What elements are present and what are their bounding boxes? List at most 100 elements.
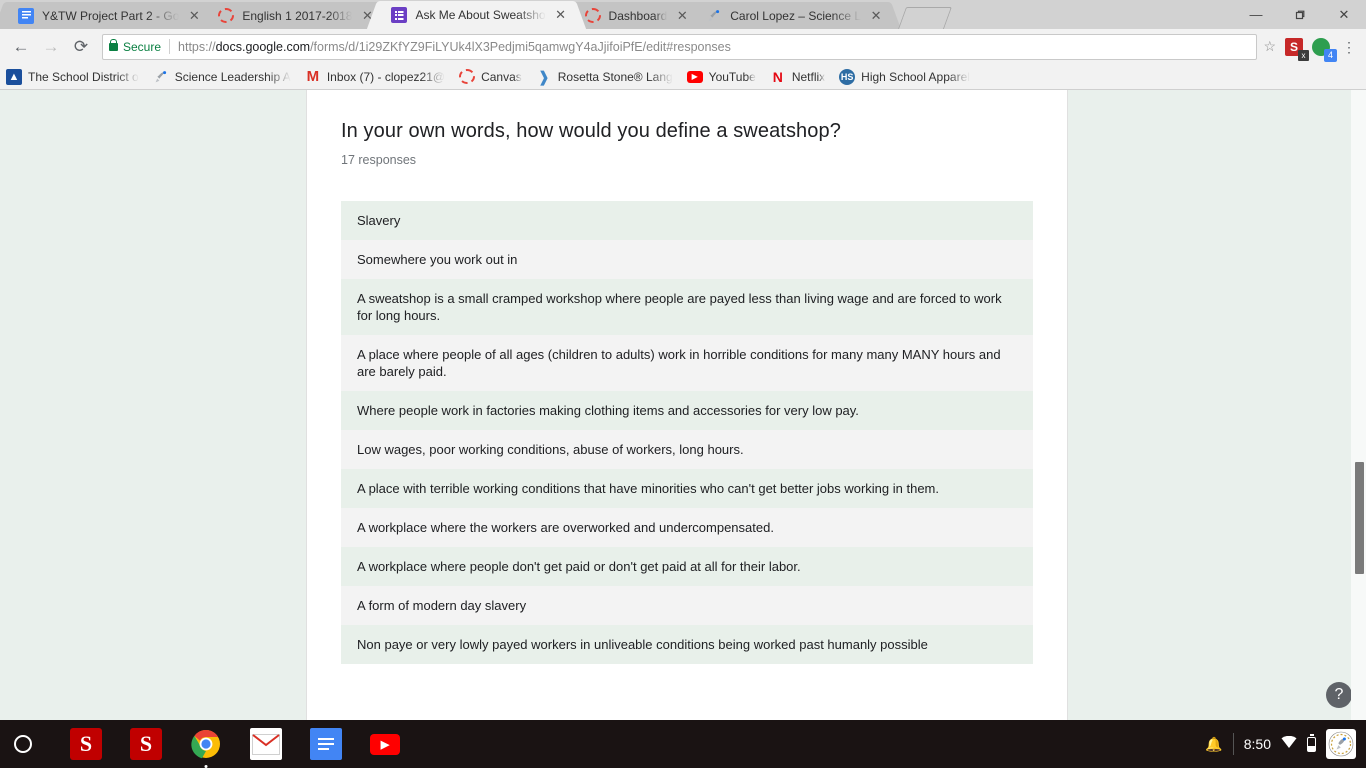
list-item: A form of modern day slavery (341, 586, 1033, 625)
close-icon[interactable]: ✕ (185, 7, 203, 25)
response-count: 17 responses (341, 153, 417, 167)
shelf-app-list: S S ▶ (70, 728, 400, 768)
page-viewport: In your own words, how would you define … (0, 90, 1366, 720)
close-icon[interactable]: ✕ (673, 7, 691, 25)
bookmark-label: High School Apparel (861, 69, 970, 84)
bookmark-label: YouTube (708, 69, 756, 84)
divider (1232, 733, 1234, 755)
bookmark-item[interactable]: ▲ The School District o (6, 68, 139, 85)
bookmark-item[interactable]: Science Leadership A (153, 69, 291, 85)
reload-icon[interactable]: ⟳ (66, 32, 96, 62)
battery-icon[interactable] (1307, 733, 1316, 752)
list-item: A sweatshop is a small cramped workshop … (341, 279, 1033, 335)
google-forms-icon (391, 7, 408, 23)
gmail-icon: M (306, 68, 320, 85)
tab-title: Dashboard (608, 8, 668, 23)
security-label: Secure (123, 39, 162, 54)
tab-title: English 1 2017-2018 (242, 8, 353, 23)
chrome-icon[interactable] (190, 728, 222, 768)
list-item: Where people work in factories making cl… (341, 391, 1033, 430)
bookmark-item[interactable]: N Netflix (770, 69, 825, 85)
rocket-icon (706, 8, 722, 24)
tab-title: Carol Lopez – Science L (730, 8, 862, 23)
bookmark-item[interactable]: HS High School Apparel (839, 68, 970, 85)
new-tab-button[interactable] (898, 7, 953, 29)
url-path: /forms/d/1i29ZKfYZ9FiLYUk4lX3Pedjmi5qamw… (310, 39, 731, 54)
bookmark-label: Rosetta Stone® Lang (557, 69, 673, 84)
bookmark-item[interactable]: M Inbox (7) - clopez21@ (305, 68, 446, 85)
bookmark-item[interactable]: Canvas (459, 69, 522, 84)
browser-tab-4[interactable]: Carol Lopez – Science L ✕ (694, 2, 890, 29)
bookmark-label: The School District o (28, 69, 139, 84)
form-response-card: In your own words, how would you define … (306, 90, 1068, 720)
bookmarks-bar: ▲ The School District o Science Leadersh… (0, 64, 1366, 90)
list-item: Slavery (341, 201, 1033, 240)
clock-label[interactable]: 8:50 (1244, 736, 1271, 752)
forward-arrow-icon[interactable]: → (36, 32, 66, 62)
list-item: A workplace where people don't get paid … (341, 547, 1033, 586)
bookmark-star-icon[interactable]: ☆ (1263, 38, 1276, 55)
user-avatar[interactable] (1326, 729, 1356, 759)
browser-tab-3[interactable]: Dashboard ✕ (572, 2, 696, 29)
close-icon[interactable]: ✕ (867, 7, 885, 25)
bookmark-label: Science Leadership A (174, 69, 291, 84)
seesaw-icon[interactable]: S (130, 728, 162, 760)
apparel-icon: HS (839, 68, 856, 85)
youtube-icon: ▶ (686, 70, 703, 83)
close-window-button[interactable]: ✕ (1322, 0, 1366, 29)
browser-tab-1[interactable]: English 1 2017-2018 ✕ (206, 2, 381, 29)
three-dot-menu-icon[interactable]: ⋮ (1338, 40, 1360, 54)
gmail-icon[interactable] (250, 728, 282, 760)
canvas-icon (218, 8, 235, 23)
bookmark-label: Netflix (791, 69, 826, 84)
bookmark-label: Inbox (7) - clopez21@ (326, 69, 446, 84)
browser-window: Y&TW Project Part 2 - Go ✕ English 1 201… (0, 0, 1366, 720)
tab-strip: Y&TW Project Part 2 - Go ✕ English 1 201… (0, 0, 1366, 29)
bookmark-item[interactable]: ❱ Rosetta Stone® Lang (536, 68, 673, 86)
response-list: Slavery Somewhere you work out in A swea… (341, 201, 1033, 664)
system-tray[interactable]: 🔔 8:50 (1205, 729, 1366, 759)
browser-tab-0[interactable]: Y&TW Project Part 2 - Go ✕ (6, 2, 208, 29)
system-shelf: S S ▶ 🔔 8:50 (0, 720, 1366, 768)
url-host: docs.google.com (215, 39, 311, 54)
window-controls: — ✕ (1234, 0, 1366, 29)
help-button[interactable]: ? (1326, 682, 1352, 708)
minimize-button[interactable]: — (1234, 0, 1278, 29)
wifi-icon[interactable] (1281, 735, 1297, 752)
launcher-circle-icon[interactable] (14, 735, 32, 753)
profile-avatar-icon[interactable] (1312, 37, 1337, 62)
school-district-icon: ▲ (6, 68, 22, 85)
list-item: A place where people of all ages (childr… (341, 335, 1033, 391)
maximize-button[interactable] (1278, 0, 1322, 29)
google-docs-icon (18, 7, 34, 24)
list-item: A place with terrible working conditions… (341, 469, 1033, 508)
page-title: In your own words, how would you define … (341, 120, 841, 142)
rocket-icon (153, 69, 169, 85)
list-item: Low wages, poor working conditions, abus… (341, 430, 1033, 469)
close-icon[interactable]: ✕ (552, 6, 570, 24)
canvas-icon (584, 8, 601, 23)
lock-icon (109, 38, 118, 51)
tab-title: Y&TW Project Part 2 - Go (42, 8, 180, 23)
bell-icon[interactable]: 🔔 (1205, 736, 1222, 753)
url-scheme: https:// (178, 39, 216, 54)
extension-icon[interactable]: S (1285, 37, 1309, 61)
google-docs-icon[interactable] (310, 728, 342, 760)
seesaw-icon[interactable]: S (70, 728, 102, 760)
bookmark-item[interactable]: ▶ YouTube (686, 69, 756, 84)
tab-title: Ask Me About Sweatsho (415, 8, 546, 22)
youtube-icon[interactable]: ▶ (370, 733, 400, 755)
scrollbar-thumb[interactable] (1355, 462, 1364, 574)
address-bar[interactable]: Secure https://docs.google.com/forms/d/1… (102, 33, 1258, 60)
list-item: Somewhere you work out in (341, 240, 1033, 279)
list-item: A workplace where the workers are overwo… (341, 508, 1033, 547)
list-item: Non paye or very lowly payed workers in … (341, 625, 1033, 664)
browser-toolbar: ← → ⟳ Secure https://docs.google.com/for… (0, 29, 1366, 64)
url-text: https://docs.google.com/forms/d/1i29ZKfY… (178, 40, 731, 54)
back-arrow-icon[interactable]: ← (6, 32, 36, 62)
divider (169, 39, 171, 54)
browser-tab-2-active[interactable]: Ask Me About Sweatsho ✕ (379, 1, 574, 29)
netflix-icon: N (772, 68, 783, 85)
page-scrollbar[interactable] (1351, 90, 1366, 720)
rosetta-stone-icon: ❱ (537, 68, 551, 86)
